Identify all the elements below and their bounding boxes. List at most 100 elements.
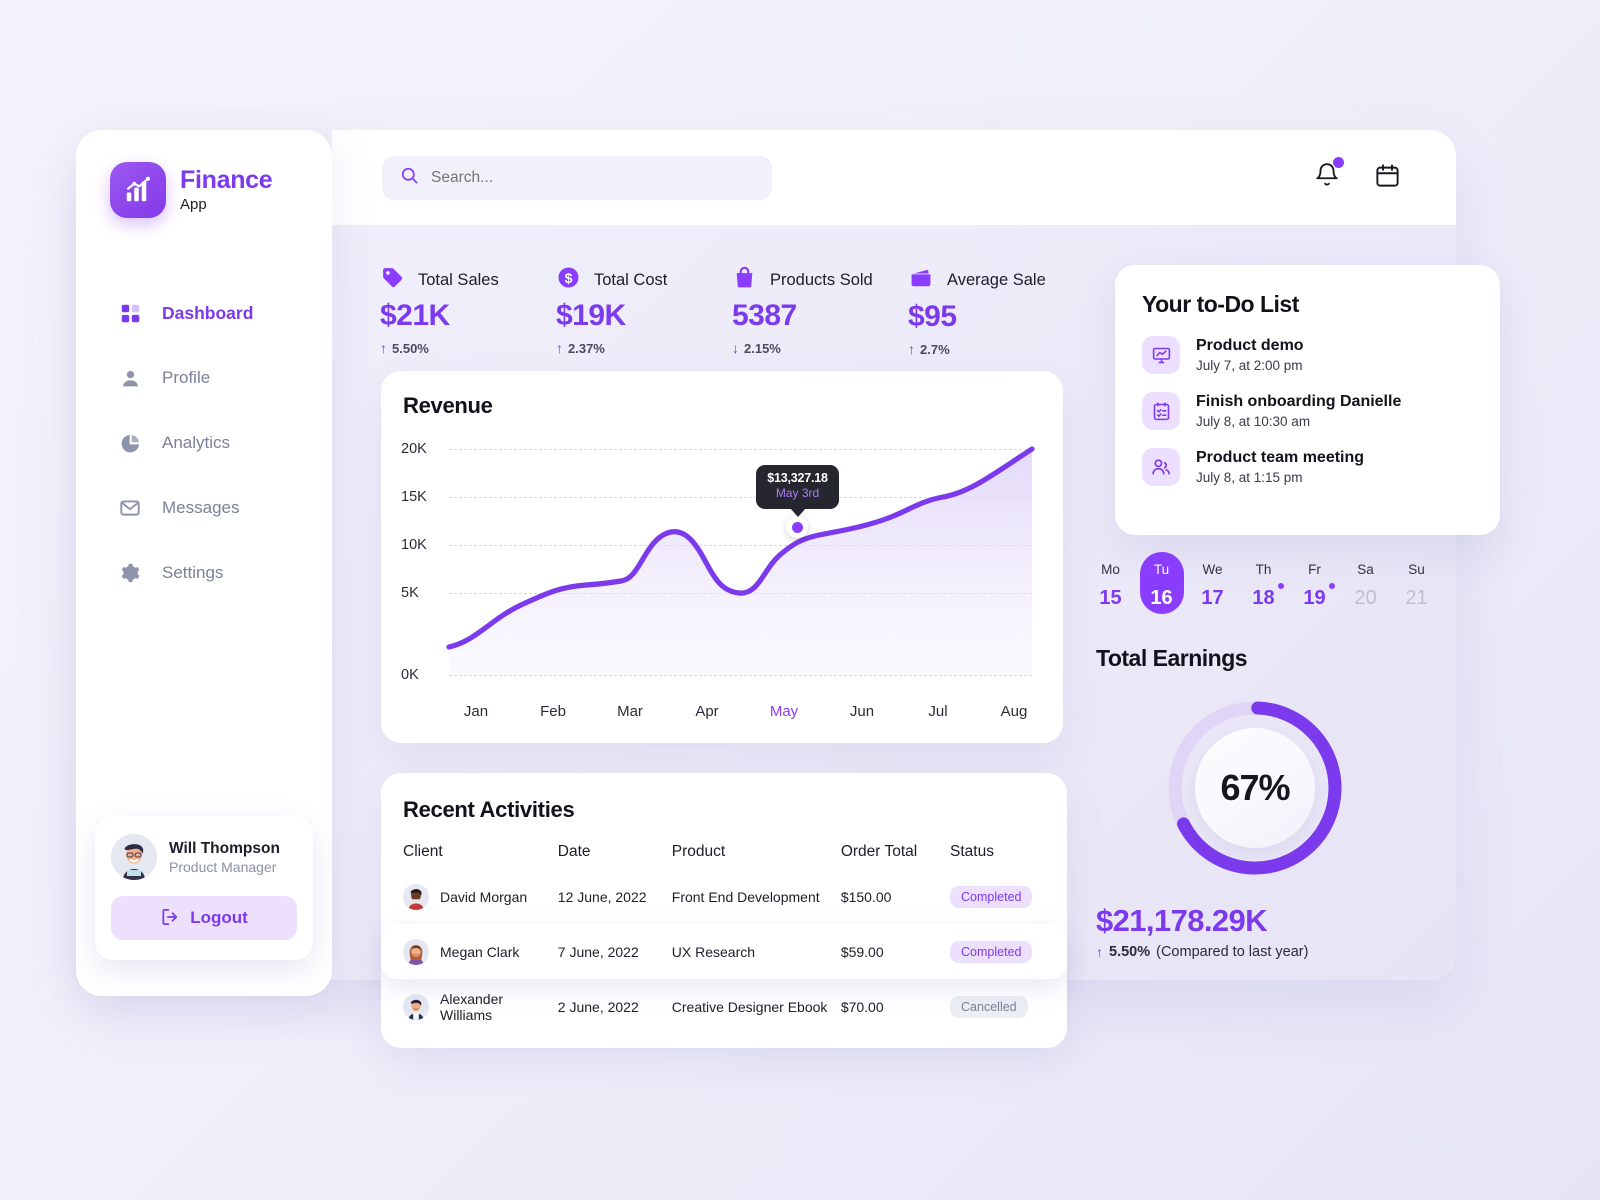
presentation-chart-icon: [1142, 336, 1180, 374]
calendar-dow: Mo: [1101, 562, 1120, 577]
calendar-date: 16: [1150, 587, 1173, 609]
table-header-row: Client Date Product Order Total Status: [381, 835, 1067, 869]
calendar-day-20[interactable]: Sa 20: [1340, 562, 1391, 610]
stat-value: $21K: [380, 299, 450, 332]
calendar-button[interactable]: [1370, 158, 1404, 192]
column-header-order-total: Order Total: [840, 843, 918, 860]
clipboard-check-icon: [1142, 392, 1180, 430]
sidebar-item-profile[interactable]: Profile: [76, 353, 332, 403]
cell-client: David Morgan: [440, 888, 528, 905]
logout-button[interactable]: Logout: [111, 896, 297, 940]
topbar-actions: [1310, 157, 1404, 192]
stat-delta-value: 5.50%: [392, 340, 429, 356]
cell-product: Front End Development: [671, 888, 820, 905]
stat-value: $19K: [556, 299, 626, 332]
column-header-product: Product: [671, 843, 726, 860]
x-tick-label-active: May: [769, 703, 799, 720]
user-icon: [118, 366, 142, 390]
search-icon: [400, 166, 419, 190]
grid-icon: [118, 301, 142, 325]
stat-delta: ↑ 2.7%: [908, 341, 1084, 357]
calendar-date: 15: [1099, 587, 1122, 609]
stat-card-products-sold: Products Sold 5387 ↓ 2.15%: [732, 265, 908, 357]
todo-item[interactable]: Finish onboarding Danielle July 8, at 10…: [1115, 392, 1500, 430]
revenue-chart[interactable]: 20K 15K 10K 5K 0K Jan Feb Mar Apr May Ju…: [381, 429, 1063, 739]
sidebar-item-label: Profile: [162, 368, 211, 387]
calendar-date: 21: [1405, 587, 1428, 609]
stat-label: Total Sales: [418, 270, 499, 289]
sidebar-item-messages[interactable]: Messages: [76, 483, 332, 533]
calendar-day-21[interactable]: Su 21: [1391, 562, 1442, 610]
sidebar-item-dashboard[interactable]: Dashboard: [76, 288, 332, 338]
todo-item[interactable]: Product demo July 7, at 2:00 pm: [1115, 336, 1500, 374]
column-header-client: Client: [403, 843, 443, 860]
stat-delta-value: 2.15%: [744, 340, 781, 356]
avatar: [111, 834, 157, 880]
notifications-button[interactable]: [1310, 157, 1344, 192]
user-name: Will Thompson: [169, 839, 280, 857]
stat-label: Total Cost: [594, 270, 668, 289]
todo-title: Your to-Do List: [1142, 291, 1299, 317]
stat-label: Average Sale: [947, 271, 1046, 289]
tooltip-value: $13,327.18: [767, 471, 828, 485]
revenue-title: Revenue: [403, 393, 493, 418]
cell-order-total: $70.00: [840, 998, 884, 1015]
bar-chart-logo-icon: [110, 162, 166, 218]
search-box[interactable]: [382, 156, 772, 200]
column-header-status: Status: [950, 843, 994, 860]
status-badge: Completed: [950, 940, 1033, 963]
stat-card-average-sale: Average Sale $95 ↑ 2.7%: [908, 265, 1084, 357]
calendar-date: 17: [1201, 587, 1224, 609]
people-icon: [1142, 448, 1180, 486]
earnings-delta-note: (Compared to last year): [1156, 944, 1309, 960]
search-input[interactable]: [431, 169, 731, 187]
stat-card-total-cost: $ Total Cost $19K ↑ 2.37%: [556, 265, 732, 357]
arrow-up-icon: ↑: [380, 340, 387, 356]
calendar-day-19[interactable]: Fr 19: [1289, 562, 1340, 610]
calendar-day-16[interactable]: Tu 16: [1136, 552, 1187, 614]
sidebar: Finance App Dashboard Profile Analytics …: [76, 130, 332, 996]
todo-card: Your to-Do List Product demo July 7, at …: [1115, 265, 1500, 535]
todo-item[interactable]: Product team meeting July 8, at 1:15 pm: [1115, 448, 1500, 486]
revenue-area-svg: [446, 446, 1035, 675]
arrow-up-icon: ↑: [556, 340, 563, 356]
client-avatar: [403, 883, 429, 910]
todo-item-title: Product team meeting: [1196, 449, 1365, 466]
calendar-day-15[interactable]: Mo 15: [1085, 562, 1136, 610]
status-badge: Cancelled: [950, 995, 1028, 1018]
envelope-icon: [118, 496, 142, 520]
calendar-day-17[interactable]: We 17: [1187, 562, 1238, 610]
todo-item-subtitle: July 7, at 2:00 pm: [1196, 358, 1303, 373]
table-row[interactable]: David Morgan 12 June, 2022 Front End Dev…: [381, 869, 1067, 924]
stat-delta-value: 2.7%: [920, 341, 950, 357]
calendar-day-18[interactable]: Th 18: [1238, 562, 1289, 610]
table-row[interactable]: Megan Clark 7 June, 2022 UX Research $59…: [381, 924, 1067, 979]
gear-icon: [118, 561, 142, 585]
arrow-up-icon: ↑: [908, 341, 915, 357]
calendar-event-dot: [1277, 583, 1284, 589]
stat-delta: ↓ 2.15%: [732, 340, 908, 356]
todo-item-title: Product demo: [1196, 337, 1304, 354]
x-tick-label: Jun: [849, 703, 875, 720]
calendar-dow: Sa: [1357, 562, 1374, 577]
earnings-value: $21,178.29K: [1096, 903, 1268, 938]
brand-name: Finance: [180, 166, 273, 195]
sidebar-item-settings[interactable]: Settings: [76, 548, 332, 598]
calendar-date: 20: [1354, 587, 1377, 609]
donut-center: 67%: [1195, 728, 1315, 848]
sidebar-item-label: Analytics: [162, 433, 231, 452]
stat-delta: ↑ 5.50%: [380, 340, 556, 356]
earnings-delta-value: 5.50%: [1109, 944, 1151, 960]
table-row[interactable]: Alexander Williams 2 June, 2022 Creative…: [381, 979, 1067, 1034]
todo-item-title: Finish onboarding Danielle: [1196, 393, 1402, 410]
stat-value: 5387: [732, 299, 797, 332]
x-tick-label: Apr: [695, 703, 719, 720]
chart-data-point[interactable]: [786, 516, 808, 538]
user-role: Product Manager: [169, 858, 277, 875]
stat-value: $95: [908, 300, 957, 333]
cell-order-total: $150.00: [840, 888, 892, 905]
recent-activities-card: Recent Activities Client Date Product Or…: [381, 773, 1067, 1048]
arrow-down-icon: ↓: [732, 340, 739, 356]
sidebar-item-analytics[interactable]: Analytics: [76, 418, 332, 468]
brand-subtitle: App: [180, 195, 207, 213]
